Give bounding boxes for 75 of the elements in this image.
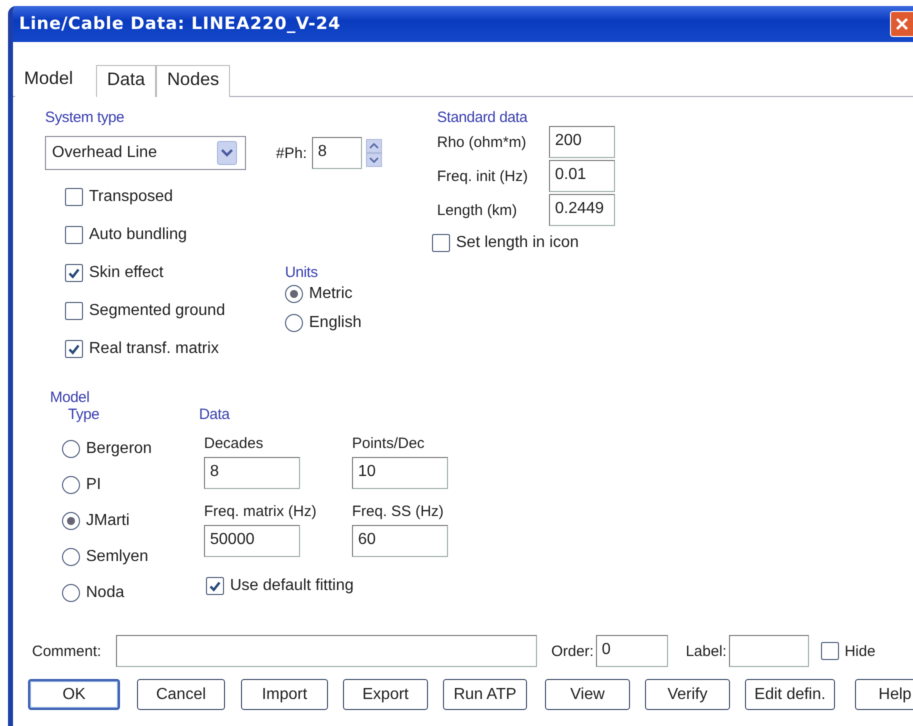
field-label: Order: [551,642,594,660]
radio-label: Noda [86,584,124,602]
dropdown[interactable]: Overhead Line [45,136,246,170]
input-field[interactable]: 8 [204,457,300,489]
radio-label: PI [86,476,102,494]
radio-button[interactable] [62,512,80,530]
input-field[interactable] [116,635,538,667]
checkbox[interactable] [65,340,83,358]
field-label: Label: [686,642,727,660]
dropdown-value: Overhead Line [52,144,157,162]
tab[interactable]: Data [96,65,156,97]
radio-button[interactable] [62,476,80,494]
dialog-button[interactable]: Export [343,679,428,710]
dialog-button[interactable]: Edit defin. [745,679,835,710]
radio-label: Semlyen [86,548,148,566]
checkbox[interactable] [65,226,83,244]
dialog-button[interactable]: Cancel [137,679,225,710]
radio-label: JMarti [86,512,130,530]
input-field[interactable]: 10 [352,457,448,489]
radio-button[interactable] [62,440,80,458]
input-field[interactable]: 60 [352,525,448,557]
spinner-icon[interactable] [366,139,382,167]
input-field[interactable]: 50000 [204,525,300,557]
dialog-button[interactable]: View [545,679,630,710]
field-label: Length (km) [437,202,518,218]
radio-button[interactable] [285,314,303,332]
radio-label: English [309,314,362,332]
checkbox-label: Segmented ground [89,302,226,320]
checkbox[interactable] [820,642,839,660]
group-heading: Units [285,264,319,281]
field-label: Points/Dec [352,435,426,454]
input-field[interactable]: 0.01 [549,160,615,192]
checkbox[interactable] [65,188,83,206]
group-heading: System type [45,109,126,126]
radio-label: Metric [309,285,353,303]
dialog-button[interactable]: Run ATP [443,679,527,710]
close-button[interactable] [890,11,913,37]
group-heading: Data [199,406,231,423]
checkbox[interactable] [206,577,224,595]
window-title: Line/Cable Data: LINEA220_V-24 [19,14,341,34]
checkbox-label: Set length in icon [456,234,579,252]
group-heading: Model [50,389,90,406]
group-heading: Standard data [437,109,529,126]
close-icon [895,17,909,31]
dialog-button[interactable]: Help [855,679,913,710]
radio-button[interactable] [62,548,80,566]
group-heading: Type [68,406,100,423]
dialog-button[interactable]: Import [241,679,328,710]
tab[interactable]: Nodes [156,65,230,97]
input-field[interactable]: 0 [596,635,668,667]
field-label: Freq. init (Hz) [437,168,529,184]
dialog-button[interactable]: Verify [645,679,730,710]
checkbox[interactable] [65,302,83,320]
field-label: Decades [204,435,264,454]
field-label: #Ph: [276,144,307,162]
radio-button[interactable] [62,584,80,602]
checkbox-label: Auto bundling [89,226,187,244]
checkbox-label: Real transf. matrix [89,340,219,358]
input-field[interactable]: 0.2449 [549,194,615,226]
checkbox-label: Transposed [89,188,173,206]
radio-label: Bergeron [86,440,152,458]
checkbox[interactable] [432,234,450,252]
input-field[interactable]: 8 [312,137,362,169]
field-label: Comment: [32,642,102,660]
checkbox-label: Use default fitting [230,577,354,595]
dialog-button[interactable]: OK [28,679,120,710]
checkbox-label: Hide [844,642,876,660]
checkbox[interactable] [65,264,83,282]
field-label: Freq. matrix (Hz) [204,503,318,522]
field-label: Rho (ohm*m) [437,134,528,150]
field-label: Freq. SS (Hz) [352,503,445,522]
input-field[interactable]: 200 [549,126,615,158]
radio-button[interactable] [285,285,303,303]
checkbox-label: Skin effect [89,264,164,282]
input-field[interactable] [728,635,809,667]
